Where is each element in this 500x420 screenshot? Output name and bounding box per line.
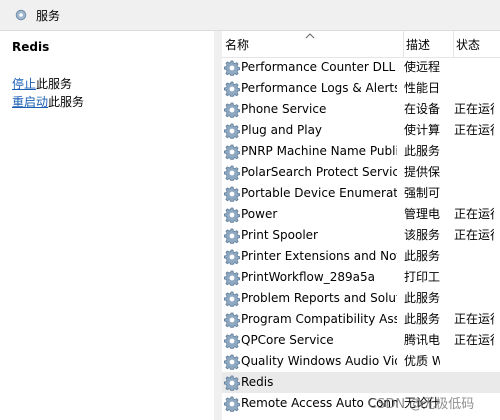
service-name-cell: Problem Reports and Solutions Control Pa… [241, 291, 397, 305]
service-gear-icon [224, 270, 241, 287]
table-row[interactable]: PrintWorkflow_289a5a 打印工作流 [222, 267, 500, 288]
column-header-name[interactable]: 名称 [225, 31, 401, 57]
selected-service-name: Redis [12, 40, 50, 54]
table-row[interactable]: PNRP Machine Name Publication Service 此服务… [222, 141, 500, 162]
service-description-cell: 此服务为程序兼容性助手 [404, 312, 440, 326]
service-name-cell: Plug and Play [241, 123, 323, 137]
table-row[interactable]: Problem Reports and Solutions Control Pa… [222, 288, 500, 309]
service-name-cell: Portable Device Enumerator Service [241, 186, 397, 200]
table-row[interactable]: Redis [222, 372, 500, 393]
column-header-row: 名称 描述 状态 [222, 31, 500, 58]
service-name-cell: Printer Extensions and Notifications [241, 249, 397, 263]
services-table-body: Performance Counter DLL Host 使远程用户和 64 位进… [222, 57, 500, 414]
restart-service-action: 重启动此服务 [12, 94, 84, 110]
service-name-cell: PrintWorkflow_289a5a [241, 270, 375, 284]
service-name-cell: QPCore Service [241, 333, 334, 347]
column-header-status[interactable]: 状态 [453, 31, 500, 57]
service-gear-icon [224, 186, 241, 203]
service-description-cell: 使远程用户和 64 位进程 [404, 60, 440, 74]
service-description-cell: 强制可移动大容量存储 [404, 186, 440, 200]
table-row[interactable]: Plug and Play 使计算机在极少或没有正在运行 [222, 120, 500, 141]
service-gear-icon [224, 144, 241, 161]
service-description-cell: 此服务使用对等名称解析 [404, 144, 440, 158]
service-description-cell: 打印工作流 [404, 270, 440, 284]
service-description-cell: 管理电源策略和电源策略 [404, 207, 440, 221]
service-gear-icon [224, 102, 241, 119]
service-name-cell: PolarSearch Protect Service [241, 165, 397, 179]
stop-link[interactable]: 停止 [12, 77, 36, 91]
window-title: 服务 [36, 9, 61, 23]
service-gear-icon [224, 354, 241, 371]
service-gear-icon [224, 207, 241, 224]
services-gear-icon [15, 9, 27, 21]
service-name-cell: Phone Service [241, 102, 327, 116]
service-name-cell: Performance Logs & Alerts [241, 81, 397, 95]
service-description-cell: 使计算机在极少或没有 [404, 123, 440, 137]
service-gear-icon [224, 165, 241, 182]
stop-service-action: 停止此服务 [12, 76, 72, 92]
service-description-cell: 腾讯电脑管家 [404, 333, 440, 347]
service-description-cell: 此服务为查看、发送和删除 [404, 291, 440, 305]
watermark: CSDN @无极低码 [368, 397, 475, 412]
column-header-name-label: 名称 [225, 38, 250, 52]
table-row[interactable]: PolarSearch Protect Service 提供保护服务 [222, 162, 500, 183]
table-row[interactable]: Phone Service 在设备上管理电话服务正在运行 [222, 99, 500, 120]
sort-ascending-icon [305, 33, 315, 39]
service-name-cell: Quality Windows Audio Video Experience [241, 354, 397, 368]
service-description-cell: 在设备上管理电话服务 [404, 102, 440, 116]
restart-link[interactable]: 重启动 [12, 95, 48, 109]
service-status-cell: 正在运行 [454, 123, 494, 137]
service-detail-pane: Redis 停止此服务 重启动此服务 [0, 31, 214, 420]
service-gear-icon [224, 249, 241, 266]
service-status-cell: 正在运行 [454, 228, 494, 242]
service-status-cell: 正在运行 [454, 102, 494, 116]
service-gear-icon [224, 60, 241, 77]
table-row[interactable]: Power 管理电源策略和电源策略正在运行 [222, 204, 500, 225]
table-row[interactable]: Program Compatibility Assistant Service 此… [222, 309, 500, 330]
service-status-cell: 正在运行 [454, 207, 494, 221]
restart-link-suffix: 此服务 [48, 95, 85, 109]
service-gear-icon [224, 375, 241, 392]
service-name-cell: Performance Counter DLL Host [241, 60, 397, 74]
title-bar: 服务 [0, 0, 500, 31]
service-gear-icon [224, 312, 241, 329]
service-gear-icon [224, 81, 241, 98]
service-description-cell: 优质 Windows 音频视频 [404, 354, 440, 368]
service-description-cell: 此服务可打开自定义打印机 [404, 249, 440, 263]
service-gear-icon [224, 123, 241, 140]
table-row[interactable]: Printer Extensions and Notifications 此服务可… [222, 246, 500, 267]
table-row[interactable]: QPCore Service 腾讯电脑管家正在运行 [222, 330, 500, 351]
table-row[interactable]: Print Spooler 该服务在后台执行打印正在运行 [222, 225, 500, 246]
service-gear-icon [224, 228, 241, 245]
service-name-cell: Power [241, 207, 278, 221]
service-status-cell: 正在运行 [454, 333, 494, 347]
service-description-cell: 提供保护服务 [404, 165, 440, 179]
table-row[interactable]: Performance Logs & Alerts 性能日志和警报 [222, 78, 500, 99]
services-list-pane: 名称 描述 状态 Performance Counter DLL Host 使远程… [222, 31, 500, 420]
table-row[interactable]: Performance Counter DLL Host 使远程用户和 64 位进… [222, 57, 500, 78]
service-gear-icon [224, 396, 241, 413]
service-gear-icon [224, 291, 241, 308]
stop-link-suffix: 此服务 [36, 77, 73, 91]
column-header-description[interactable]: 描述 [403, 31, 454, 57]
service-name-cell: Redis [241, 375, 274, 389]
service-name-cell: Print Spooler [241, 228, 318, 242]
service-status-cell: 正在运行 [454, 312, 494, 326]
table-row[interactable]: Quality Windows Audio Video Experience 优质… [222, 351, 500, 372]
service-description-cell: 该服务在后台执行打印 [404, 228, 440, 242]
pane-divider[interactable] [214, 31, 222, 420]
service-name-cell: PNRP Machine Name Publication Service [241, 144, 397, 158]
table-row[interactable]: Portable Device Enumerator Service 强制可移动大… [222, 183, 500, 204]
service-description-cell: 性能日志和警报 [404, 81, 440, 95]
service-gear-icon [224, 333, 241, 350]
service-name-cell: Program Compatibility Assistant Service [241, 312, 397, 326]
